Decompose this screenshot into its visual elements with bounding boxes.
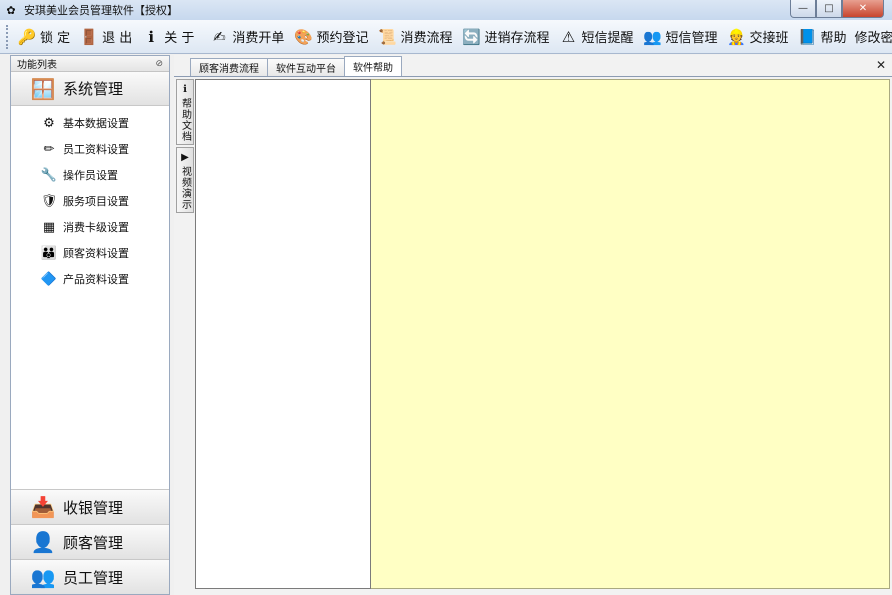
pen-icon: ✍	[213, 27, 226, 46]
consume-flow-button[interactable]: 📜 消费流程	[372, 23, 456, 51]
close-tab-icon[interactable]: ✕	[876, 58, 886, 72]
side-tab-help-doc[interactable]: ℹ 帮助文档	[176, 79, 194, 145]
lock-button[interactable]: 🔑 锁 定	[12, 23, 74, 51]
staff-info-icon: ✏	[43, 141, 55, 157]
pin-icon[interactable]: ⊘	[155, 59, 163, 69]
sms-reminder-button[interactable]: ⚠ 短信提醒	[553, 23, 637, 51]
data-settings-icon: ⚙	[43, 115, 55, 131]
menu-item-label: 基本数据设置	[63, 117, 129, 130]
flow-icon: 📜	[378, 27, 397, 46]
lock-label: 锁 定	[40, 31, 71, 46]
menu-item-label: 消费卡级设置	[63, 221, 129, 234]
help-button[interactable]: 📘 帮助	[793, 23, 851, 51]
group-label: 收银管理	[63, 498, 124, 517]
bottom-groups: 📥 收银管理 👤 顾客管理 👥 员工管理	[11, 489, 169, 594]
users-icon: 👥	[643, 27, 662, 46]
menu-item-label: 产品资料设置	[63, 273, 129, 286]
exit-icon: 🚪	[79, 27, 99, 46]
operator-icon: 🔧	[40, 167, 58, 183]
change-password-label: 修改密码	[854, 31, 892, 46]
group-cashier-management[interactable]: 📥 收银管理	[11, 489, 169, 524]
group-label: 员工管理	[63, 568, 124, 587]
document-tabs: 顾客消费流程 软件互动平台 软件帮助 ✕	[174, 55, 892, 77]
menu-item-card-level[interactable]: ▦ 消费卡级设置	[11, 214, 169, 240]
menu-item-label: 员工资料设置	[63, 143, 129, 156]
menu-item-label: 操作员设置	[63, 169, 118, 182]
menu-item-operator[interactable]: 🔧 操作员设置	[11, 162, 169, 188]
help-label: 帮助	[820, 31, 847, 46]
main-toolbar: 🔑 锁 定 🚪 退 出 ℹ 关 于 ✍ 消费开单 🎨 预约登记 📜 消费流程 🔄…	[0, 20, 892, 54]
toolbar-grip[interactable]	[6, 24, 8, 49]
customer-icon: 👤	[30, 530, 56, 554]
tab-software-interaction[interactable]: 软件互动平台	[267, 58, 345, 76]
card-level-icon: ▦	[42, 219, 56, 235]
help-document-list[interactable]	[195, 79, 371, 589]
group-label: 顾客管理	[63, 533, 124, 552]
exit-button[interactable]: 🚪 退 出	[74, 23, 136, 51]
consume-flow-label: 消费流程	[400, 31, 453, 46]
side-tab-label: 视频演示	[179, 166, 191, 210]
help-icon: 📘	[798, 27, 817, 46]
service-icon: 🛡	[40, 193, 58, 209]
inventory-flow-button[interactable]: 🔄 进销存流程	[456, 23, 553, 51]
title-bar: ✿ 安琪美业会员管理软件【授权】 — □ ✕	[0, 0, 892, 20]
about-label: 关 于	[164, 31, 195, 46]
customer-info-icon: 👪	[40, 245, 58, 261]
side-tabs: ℹ 帮助文档 ▶ 视频演示	[176, 79, 194, 215]
panel-title: 功能列表	[17, 60, 57, 71]
window-title: 安琪美业会员管理软件【授权】	[24, 4, 178, 17]
group-system-management[interactable]: 🪟 系统管理	[11, 72, 169, 106]
handover-button[interactable]: 👷 交接班	[722, 23, 793, 51]
menu-item-staff-info[interactable]: ✏ 员工资料设置	[11, 136, 169, 162]
menu-item-label: 顾客资料设置	[63, 247, 129, 260]
new-order-label: 消费开单	[232, 31, 285, 46]
cashier-icon: 📥	[30, 495, 56, 519]
appointment-button[interactable]: 🎨 预约登记	[288, 23, 372, 51]
appointment-icon: 🎨	[294, 27, 313, 46]
exit-label: 退 出	[102, 31, 133, 46]
new-order-button[interactable]: ✍ 消费开单	[204, 23, 288, 51]
menu-item-service[interactable]: 🛡 服务项目设置	[11, 188, 169, 214]
product-icon: 🔷	[40, 271, 58, 287]
inventory-icon: 🔄	[462, 27, 481, 46]
change-password-button[interactable]: 修改密码	[851, 23, 892, 51]
handover-icon: 👷	[727, 27, 746, 46]
sms-manage-button[interactable]: 👥 短信管理	[638, 23, 722, 51]
group-customer-management[interactable]: 👤 顾客管理	[11, 524, 169, 559]
help-content-area[interactable]	[371, 79, 890, 589]
sms-reminder-label: 短信提醒	[581, 31, 634, 46]
tab-software-help[interactable]: 软件帮助	[344, 56, 402, 76]
menu-item-basic-data[interactable]: ⚙ 基本数据设置	[11, 110, 169, 136]
sms-manage-label: 短信管理	[665, 31, 718, 46]
info-icon: ℹ	[148, 27, 155, 46]
system-menu-list: ⚙ 基本数据设置 ✏ 员工资料设置 🔧 操作员设置 🛡 服务项目设置 ▦ 消费卡…	[11, 106, 169, 292]
inventory-flow-label: 进销存流程	[484, 31, 550, 46]
menu-item-customer-info[interactable]: 👪 顾客资料设置	[11, 240, 169, 266]
function-list-panel: 功能列表 ⊘ 🪟 系统管理 ⚙ 基本数据设置 ✏ 员工资料设置 🔧 操作员设置 …	[10, 55, 170, 595]
windows-logo-icon: 🪟	[30, 76, 56, 101]
staff-icon: 👥	[30, 565, 56, 589]
help-doc-icon: ℹ	[183, 83, 187, 95]
appointment-label: 预约登记	[316, 31, 369, 46]
video-icon: ▶	[181, 151, 189, 163]
side-tab-label: 帮助文档	[179, 98, 191, 142]
window-controls: — □ ✕	[790, 0, 884, 18]
minimize-button[interactable]: —	[790, 0, 816, 18]
group-label: 系统管理	[63, 80, 124, 98]
group-staff-management[interactable]: 👥 员工管理	[11, 559, 169, 594]
side-tab-video-demo[interactable]: ▶ 视频演示	[176, 147, 194, 213]
maximize-button[interactable]: □	[816, 0, 842, 18]
app-logo-icon: ✿	[6, 3, 16, 17]
panel-header: 功能列表 ⊘	[11, 56, 169, 72]
main-area: 顾客消费流程 软件互动平台 软件帮助 ✕ ℹ 帮助文档 ▶ 视频演示	[174, 55, 892, 595]
about-button[interactable]: ℹ 关 于	[136, 23, 198, 51]
key-icon: 🔑	[17, 27, 37, 46]
menu-item-label: 服务项目设置	[63, 195, 129, 208]
handover-label: 交接班	[749, 31, 789, 46]
close-button[interactable]: ✕	[842, 0, 884, 18]
tab-customer-consume-flow[interactable]: 顾客消费流程	[190, 58, 268, 76]
menu-item-product[interactable]: 🔷 产品资料设置	[11, 266, 169, 292]
warning-icon: ⚠	[561, 27, 576, 46]
